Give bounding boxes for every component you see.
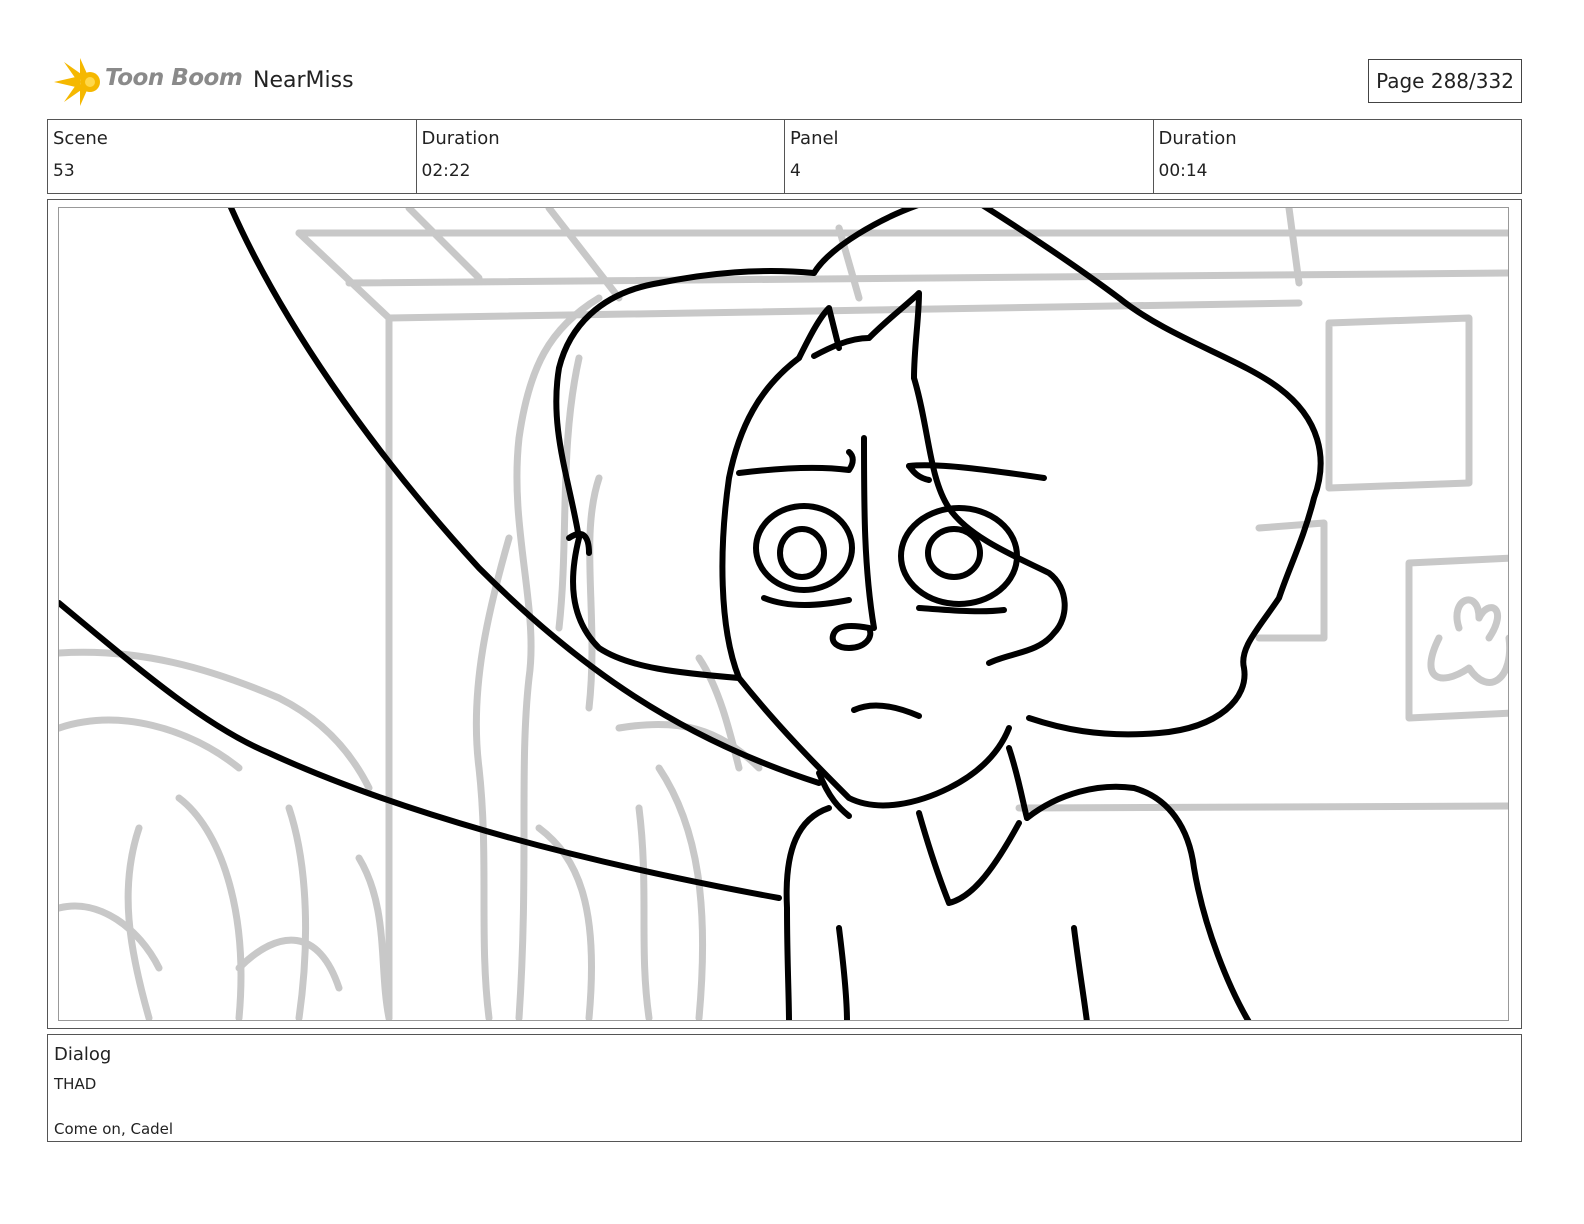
scene-duration-value: 02:22 — [421, 161, 471, 181]
logo-text: Toon Boom — [105, 65, 243, 91]
panel-duration-cell: Duration 00:14 — [1154, 120, 1522, 193]
panel-image-area — [58, 207, 1509, 1021]
toon-boom-logo: Toon Boom — [50, 56, 243, 108]
dialog-label: Dialog — [54, 1044, 112, 1065]
project-name: NearMiss — [253, 68, 354, 93]
panel-duration-label: Duration — [1158, 128, 1237, 149]
storyboard-panel — [47, 199, 1522, 1029]
panel-cell: Panel 4 — [785, 120, 1154, 193]
panel-duration-value: 00:14 — [1158, 161, 1208, 181]
star-burst-icon — [54, 58, 100, 106]
character-lineart — [59, 208, 1324, 1020]
dialog-speaker: THAD — [54, 1075, 97, 1093]
scene-duration-cell: Duration 02:22 — [417, 120, 785, 193]
scene-cell: Scene 53 — [48, 120, 417, 193]
page-indicator: Page 288/332 — [1368, 59, 1522, 103]
dialog-box: Dialog THAD Come on, Cadel — [47, 1034, 1522, 1142]
storyboard-sketch — [59, 208, 1508, 1020]
scene-value: 53 — [53, 161, 75, 181]
scene-label: Scene — [53, 128, 108, 149]
dialog-line: Come on, Cadel — [54, 1120, 174, 1138]
storyboard-header: Toon Boom NearMiss Page 288/332 — [50, 56, 1524, 108]
panel-value: 4 — [790, 161, 801, 181]
arm-lower-edge — [59, 600, 782, 901]
scene-duration-label: Duration — [421, 128, 500, 149]
scene-info-table: Scene 53 Duration 02:22 Panel 4 Duration… — [47, 119, 1522, 194]
panel-label: Panel — [790, 128, 839, 149]
